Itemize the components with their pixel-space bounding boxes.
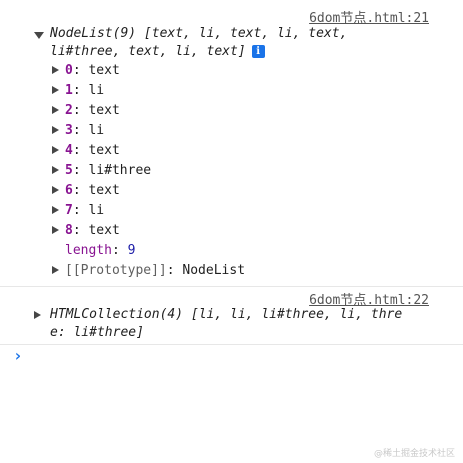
property-value: text bbox=[88, 223, 120, 238]
property-key: 3 bbox=[65, 123, 73, 138]
summary-text-line2: li#three, text, li, text] bbox=[50, 44, 246, 59]
property-key: 8 bbox=[65, 223, 73, 238]
collapsed-caret-icon[interactable] bbox=[52, 106, 59, 114]
colon: : bbox=[72, 63, 89, 78]
property-value: li#three bbox=[88, 163, 152, 178]
length-value: 9 bbox=[127, 243, 136, 258]
summary-text-line1: HTMLCollection(4) [li, li, li#three, li,… bbox=[50, 307, 403, 322]
nodelist-summary-cont[interactable]: li#three, text, li, text] i bbox=[50, 44, 265, 59]
collapsed-caret-icon[interactable] bbox=[52, 146, 59, 154]
property-value: li bbox=[88, 83, 105, 98]
source-link[interactable]: 6dom节点.html:21 bbox=[309, 7, 429, 26]
watermark: @稀土掘金技术社区 bbox=[373, 449, 455, 459]
nodelist-summary[interactable]: NodeList(9) [text, li, text, li, text, bbox=[50, 26, 347, 41]
colon: : bbox=[166, 263, 183, 278]
collapsed-caret-icon[interactable] bbox=[52, 126, 59, 134]
property-row[interactable]: 3: li bbox=[52, 121, 104, 141]
summary-text-line2: e: li#three] bbox=[50, 325, 144, 340]
entry-divider bbox=[0, 286, 463, 287]
property-key: 1 bbox=[65, 83, 73, 98]
property-key: 5 bbox=[65, 163, 73, 178]
prototype-key: [[Prototype]] bbox=[65, 263, 167, 278]
collapsed-caret-icon[interactable] bbox=[52, 266, 59, 274]
prototype-value: NodeList bbox=[182, 263, 246, 278]
property-row[interactable]: 8: text bbox=[52, 221, 120, 241]
property-row[interactable]: 0: text bbox=[52, 61, 120, 81]
property-row[interactable]: 7: li bbox=[52, 201, 104, 221]
collapsed-caret-icon[interactable] bbox=[52, 226, 59, 234]
htmlcollection-summary[interactable]: HTMLCollection(4) [li, li, li#three, li,… bbox=[50, 307, 402, 322]
htmlcollection-summary-cont[interactable]: e: li#three] bbox=[50, 325, 144, 340]
property-key: 6 bbox=[65, 183, 73, 198]
property-row[interactable]: 1: li bbox=[52, 81, 104, 101]
collapsed-caret-icon[interactable] bbox=[52, 66, 59, 74]
property-value: li bbox=[88, 123, 105, 138]
property-row[interactable]: 2: text bbox=[52, 101, 120, 121]
colon: : bbox=[72, 143, 89, 158]
property-value: li bbox=[88, 203, 105, 218]
devtools-console: 6dom节点.html:21 NodeList(9) [text, li, te… bbox=[0, 0, 463, 463]
property-row[interactable]: 6: text bbox=[52, 181, 120, 201]
collapsed-caret-icon[interactable] bbox=[52, 86, 59, 94]
console-log-entry: 6dom节点.html:21 NodeList(9) [text, li, te… bbox=[0, 0, 463, 287]
colon: : bbox=[72, 203, 89, 218]
colon: : bbox=[72, 83, 89, 98]
info-icon[interactable]: i bbox=[251, 45, 265, 58]
property-value: text bbox=[88, 183, 120, 198]
property-key: 2 bbox=[65, 103, 73, 118]
prompt-chevron-icon: › bbox=[13, 346, 23, 365]
colon: : bbox=[72, 223, 89, 238]
property-key: 0 bbox=[65, 63, 73, 78]
property-value: text bbox=[88, 63, 120, 78]
console-prompt[interactable]: › bbox=[0, 345, 463, 369]
collapsed-caret-icon[interactable] bbox=[52, 186, 59, 194]
length-row: length: 9 bbox=[65, 241, 135, 261]
property-value: text bbox=[88, 103, 120, 118]
collapsed-caret-icon[interactable] bbox=[52, 206, 59, 214]
source-link[interactable]: 6dom节点.html:22 bbox=[309, 289, 429, 308]
console-log-entry: 6dom节点.html:22 HTMLCollection(4) [li, li… bbox=[0, 288, 463, 344]
colon: : bbox=[72, 163, 89, 178]
summary-text-line1: NodeList(9) [text, li, text, li, text, bbox=[50, 26, 348, 41]
colon: : bbox=[111, 243, 128, 258]
length-key: length bbox=[65, 243, 112, 258]
colon: : bbox=[72, 183, 89, 198]
collapsed-caret-icon[interactable] bbox=[52, 166, 59, 174]
collapsed-caret-icon[interactable] bbox=[34, 311, 41, 319]
colon: : bbox=[72, 103, 89, 118]
property-row[interactable]: 5: li#three bbox=[52, 161, 151, 181]
property-value: text bbox=[88, 143, 120, 158]
property-key: 4 bbox=[65, 143, 73, 158]
property-row[interactable]: 4: text bbox=[52, 141, 120, 161]
colon: : bbox=[72, 123, 89, 138]
expand-caret-icon[interactable] bbox=[34, 32, 44, 39]
prototype-row[interactable]: [[Prototype]]: NodeList bbox=[52, 261, 245, 281]
property-key: 7 bbox=[65, 203, 73, 218]
